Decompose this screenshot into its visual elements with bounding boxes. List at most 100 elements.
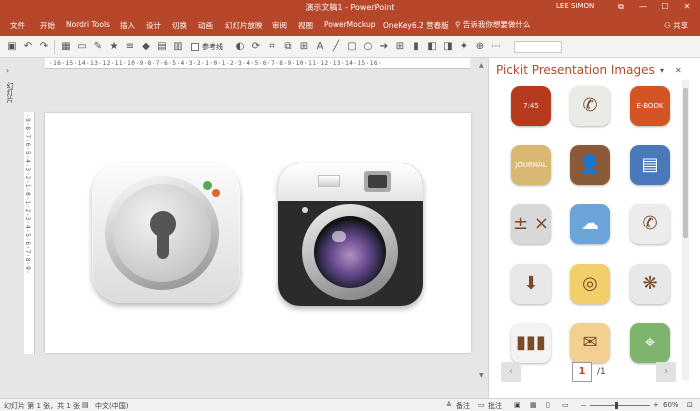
zoom-slider-knob[interactable] (615, 402, 618, 409)
toolbar-value-field[interactable] (514, 41, 562, 53)
reading-view-icon[interactable]: ▯ (546, 401, 550, 409)
signed-in-user[interactable]: LEE SIMON (556, 2, 594, 10)
more-icon[interactable]: ⋯ (490, 41, 502, 53)
tab-review[interactable]: 审阅 (272, 20, 287, 31)
star-icon[interactable]: ★ (108, 41, 120, 53)
redo-icon[interactable]: ↷ (38, 41, 50, 53)
close-button[interactable]: ✕ (676, 0, 698, 14)
normal-view-icon[interactable]: ▣ (514, 401, 521, 409)
notes-icon[interactable]: ≙ (446, 401, 452, 409)
ungroup-icon[interactable]: ⊞ (298, 41, 310, 53)
journal-app-icon[interactable]: JOURNAL (511, 145, 551, 185)
rotate-icon[interactable]: ⟳ (250, 41, 262, 53)
shape-icon[interactable]: ◆ (140, 41, 152, 53)
chart-icon[interactable]: ▮ (410, 41, 422, 53)
arrow-icon[interactable]: ➔ (378, 41, 390, 53)
title-bar: 演示文稿1 - PowerPoint LEE SIMON ⧉ — ☐ ✕ (0, 0, 700, 14)
new-slide-icon[interactable]: ▭ (76, 41, 88, 53)
scroll-up-icon[interactable]: ▲ (479, 62, 484, 69)
zoom-out-button[interactable]: － (580, 401, 587, 411)
zoom-level[interactable]: 60% (663, 401, 679, 409)
minimize-button[interactable]: — (632, 0, 654, 14)
outline-color-icon[interactable]: ◨ (442, 41, 454, 53)
bar-chart-app-icon[interactable]: ▮▮▮ (511, 323, 551, 363)
circle-icon[interactable]: ○ (362, 41, 374, 53)
prev-page-button[interactable]: ‹ (501, 362, 521, 382)
clock-app-icon[interactable]: 7:45 (511, 86, 551, 126)
notes-button[interactable]: 备注 (456, 401, 470, 411)
align-icon[interactable]: ≡ (124, 41, 136, 53)
fit-to-window-icon[interactable]: ⊡ (687, 401, 693, 409)
spellcheck-icon[interactable]: ▤ (82, 401, 89, 409)
pane-options-dropdown-icon[interactable]: ▾ (660, 66, 664, 75)
color-icon[interactable]: ◐ (234, 41, 246, 53)
vertical-ruler-scale: ·9·8·7·6·5·4·3·2·1·0·1·2·3·4·5·6·7·8·9· (24, 114, 31, 275)
undo-icon[interactable]: ↶ (22, 41, 34, 53)
phone-app-icon[interactable]: ✆ (570, 86, 610, 126)
arrange-icon[interactable]: ▥ (172, 41, 184, 53)
line-icon[interactable]: ╱ (330, 41, 342, 53)
ebook-app-icon[interactable]: E-BOOK (630, 86, 670, 126)
language-indicator[interactable]: 中文(中国) (95, 401, 128, 411)
slide-sorter-icon[interactable]: ▦ (60, 41, 72, 53)
target-map-app-icon[interactable]: ◎ (570, 264, 610, 304)
zoom-slider-track[interactable] (590, 405, 650, 406)
camera-app-icon-image[interactable] (278, 163, 423, 306)
table-icon[interactable]: ⊞ (394, 41, 406, 53)
grid-icon[interactable]: ▤ (156, 41, 168, 53)
tab-design[interactable]: 设计 (146, 20, 161, 31)
film-reel-app-icon[interactable]: ❋ (630, 264, 670, 304)
ribbon-tab-bar: 文件 开始 Nordri Tools 插入 设计 切换 动画 幻灯片放映 审阅 … (0, 14, 700, 36)
weather-app-icon[interactable]: ☁ (570, 204, 610, 244)
calculator-app-icon[interactable]: ± × (511, 204, 551, 244)
notebook-glyph: ▤ (641, 154, 659, 175)
tab-powermockup[interactable]: PowerMockup (324, 20, 376, 29)
next-page-button[interactable]: › (656, 362, 676, 382)
thumbnail-strip-collapsed[interactable]: › 幻灯片 (0, 58, 18, 398)
tab-nordri-tools[interactable]: Nordri Tools (66, 20, 110, 29)
effects-icon[interactable]: ✦ (458, 41, 470, 53)
map-pin-app-icon[interactable]: ⌖ (630, 323, 670, 363)
group-icon[interactable]: ⧉ (282, 41, 294, 53)
tab-slide-show[interactable]: 幻灯片放映 (225, 20, 263, 31)
download-app-icon[interactable]: ⬇ (511, 264, 551, 304)
save-icon[interactable]: ▣ (6, 41, 18, 53)
slideshow-view-icon[interactable]: ▭ (562, 401, 569, 409)
contacts-app-icon[interactable]: 👤 (570, 145, 610, 185)
crop-icon[interactable]: ⌗ (266, 41, 278, 53)
comments-icon[interactable]: ▭ (478, 401, 485, 409)
pane-scroll-thumb[interactable] (683, 88, 688, 238)
tell-me-search[interactable]: ⚲ 告诉我你想要做什么 (455, 19, 530, 30)
camera-lens-icon (314, 216, 386, 288)
expand-thumbnails-icon[interactable]: › (6, 66, 9, 75)
page-number-input[interactable]: 1 (572, 362, 592, 382)
fill-color-icon[interactable]: ◧ (426, 41, 438, 53)
tab-view[interactable]: 视图 (298, 20, 313, 31)
tab-transitions[interactable]: 切换 (172, 20, 187, 31)
rectangle-icon[interactable]: ▢ (346, 41, 358, 53)
canvas-vertical-scrollbar[interactable]: ▲ ▼ (478, 58, 488, 398)
slide-sorter-view-icon[interactable]: ▦ (530, 401, 537, 409)
tab-home[interactable]: 开始 (40, 20, 55, 31)
maximize-button[interactable]: ☐ (654, 0, 676, 14)
tab-onekey[interactable]: OneKey6.2 营春版 (383, 20, 449, 31)
phone-call-app-icon[interactable]: ✆ (630, 204, 670, 244)
share-button[interactable]: ⚇ 共享 (664, 20, 688, 31)
ribbon-display-options-icon[interactable]: ⧉ (610, 0, 632, 14)
slide-canvas[interactable] (45, 113, 471, 353)
envelope-app-icon[interactable]: ✉ (570, 323, 610, 363)
pane-close-icon[interactable]: ✕ (675, 66, 682, 75)
zoom-in-button[interactable]: + (653, 401, 659, 409)
guides-checkbox[interactable] (191, 43, 199, 51)
lock-app-icon-image[interactable] (92, 163, 240, 303)
tab-file[interactable]: 文件 (10, 20, 25, 31)
tab-animations[interactable]: 动画 (198, 20, 213, 31)
format-painter-icon[interactable]: ✎ (92, 41, 104, 53)
pane-scrollbar[interactable] (682, 80, 689, 380)
tab-insert[interactable]: 插入 (120, 20, 135, 31)
comments-button[interactable]: 批注 (488, 401, 502, 411)
zoom-icon[interactable]: ⊕ (474, 41, 486, 53)
notebook-app-icon[interactable]: ▤ (630, 145, 670, 185)
text-box-icon[interactable]: A (314, 41, 326, 53)
scroll-down-icon[interactable]: ▼ (479, 372, 484, 379)
